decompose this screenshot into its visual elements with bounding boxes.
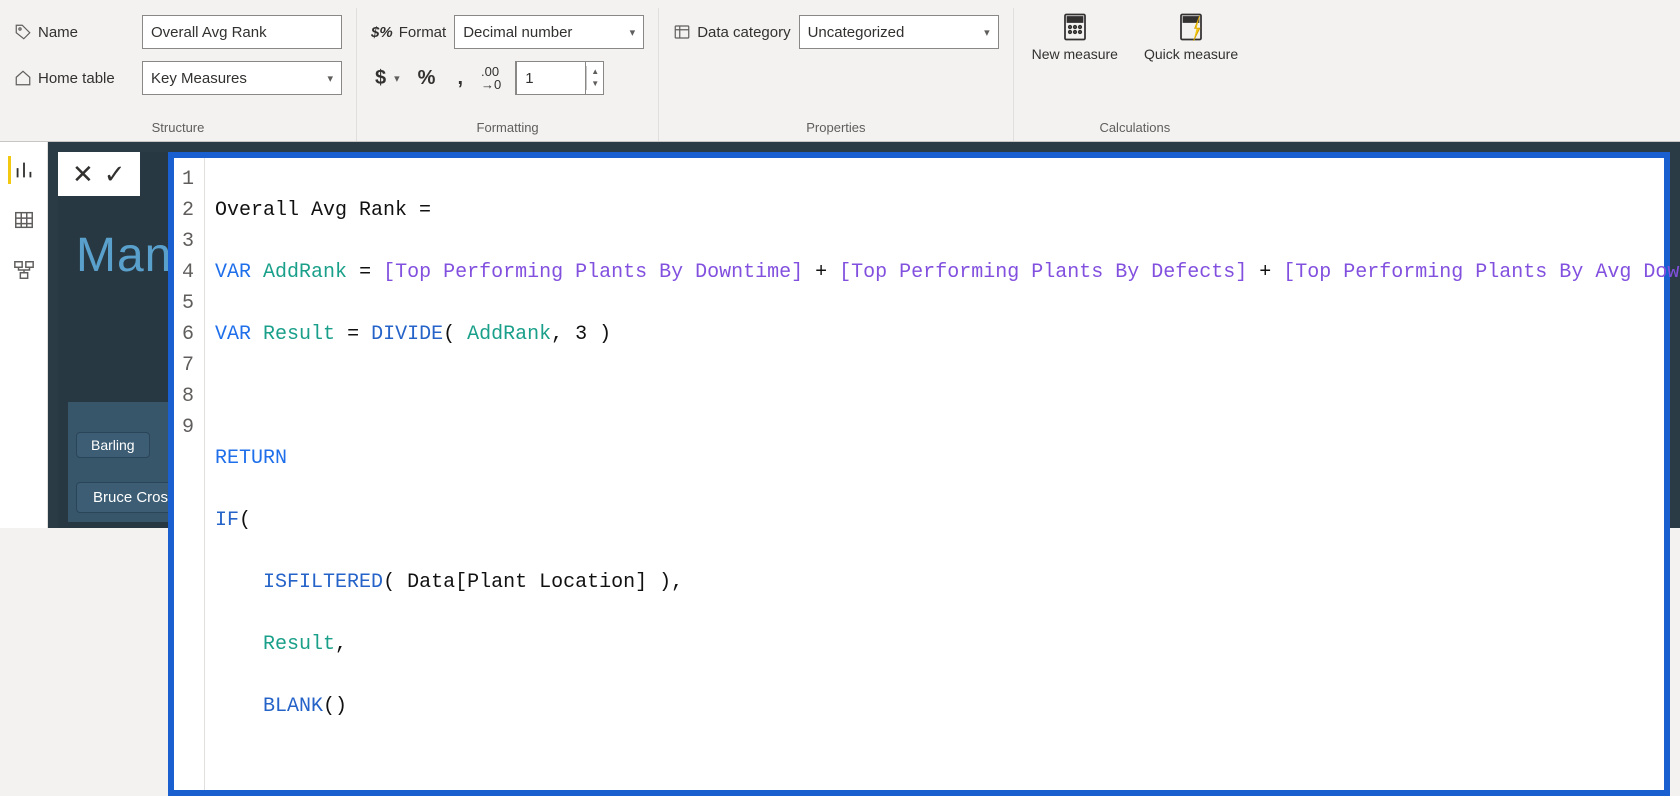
tag-icon xyxy=(14,23,32,41)
group-label-formatting: Formatting xyxy=(371,116,644,141)
formula-bar: ✕ ✓ 123456789 Overall Avg Rank = VAR Add… xyxy=(58,152,1670,796)
ribbon-group-calculations: New measure Quick measure Calculations xyxy=(1014,8,1257,141)
ribbon-group-formatting: $% Format Decimal number ▾ $ ▾ % , .00→0… xyxy=(357,8,659,141)
formula-code[interactable]: Overall Avg Rank = VAR AddRank = [Top Pe… xyxy=(205,158,1680,790)
ribbon-group-properties: Data category Uncategorized ▾ Properties xyxy=(659,8,1013,141)
group-label-properties: Properties xyxy=(673,116,998,141)
decimal-places-spinner[interactable]: ▲ ▼ xyxy=(515,61,604,95)
view-rail xyxy=(0,142,48,528)
decimal-places-icon: .00→0 xyxy=(481,65,501,91)
ribbon-group-structure: Name Home table Key Measures ▾ Structure xyxy=(0,8,357,141)
group-label-structure: Structure xyxy=(14,116,342,141)
data-category-label: Data category xyxy=(673,23,790,41)
data-category-select[interactable]: Uncategorized ▾ xyxy=(799,15,999,49)
formula-cancel-button[interactable]: ✕ xyxy=(72,159,94,190)
calculator-icon xyxy=(1057,12,1093,42)
formula-actions: ✕ ✓ xyxy=(58,152,140,196)
format-select[interactable]: Decimal number ▾ xyxy=(454,15,644,49)
spinner-up[interactable]: ▲ xyxy=(587,66,603,78)
chevron-down-icon: ▾ xyxy=(630,26,636,39)
line-number-gutter: 123456789 xyxy=(174,158,205,790)
report-canvas[interactable]: Manu Barling Bruce Crossing Charles City… xyxy=(48,142,1680,528)
currency-button[interactable]: $ xyxy=(371,65,390,92)
decimal-places-input[interactable] xyxy=(516,61,586,95)
quick-measure-icon xyxy=(1173,12,1209,42)
measure-name-input[interactable] xyxy=(142,15,342,49)
model-icon xyxy=(13,259,35,281)
thousands-separator-button[interactable]: , xyxy=(453,65,467,92)
table-icon xyxy=(13,209,35,231)
home-table-label: Home table xyxy=(14,69,134,87)
home-icon xyxy=(14,69,32,87)
formula-commit-button[interactable]: ✓ xyxy=(104,159,126,190)
group-label-calculations: Calculations xyxy=(1028,116,1243,141)
bar-chart-icon xyxy=(13,159,35,181)
quick-measure-button[interactable]: Quick measure xyxy=(1140,10,1242,65)
model-view-button[interactable] xyxy=(10,256,38,284)
percent-button[interactable]: % xyxy=(414,65,440,92)
new-measure-button[interactable]: New measure xyxy=(1028,10,1122,65)
name-label: Name xyxy=(14,23,134,41)
formula-editor[interactable]: 123456789 Overall Avg Rank = VAR AddRank… xyxy=(168,152,1670,796)
spinner-down[interactable]: ▼ xyxy=(587,78,603,90)
workspace: Manu Barling Bruce Crossing Charles City… xyxy=(0,142,1680,528)
ribbon: Name Home table Key Measures ▾ Structure xyxy=(0,0,1680,142)
chevron-down-icon[interactable]: ▾ xyxy=(394,72,400,85)
format-label: $% Format xyxy=(371,24,446,41)
chevron-down-icon: ▾ xyxy=(984,26,990,39)
report-view-button[interactable] xyxy=(8,156,36,184)
home-table-select[interactable]: Key Measures ▾ xyxy=(142,61,342,95)
data-view-button[interactable] xyxy=(10,206,38,234)
data-category-icon xyxy=(673,23,691,41)
chevron-down-icon: ▾ xyxy=(327,72,333,85)
